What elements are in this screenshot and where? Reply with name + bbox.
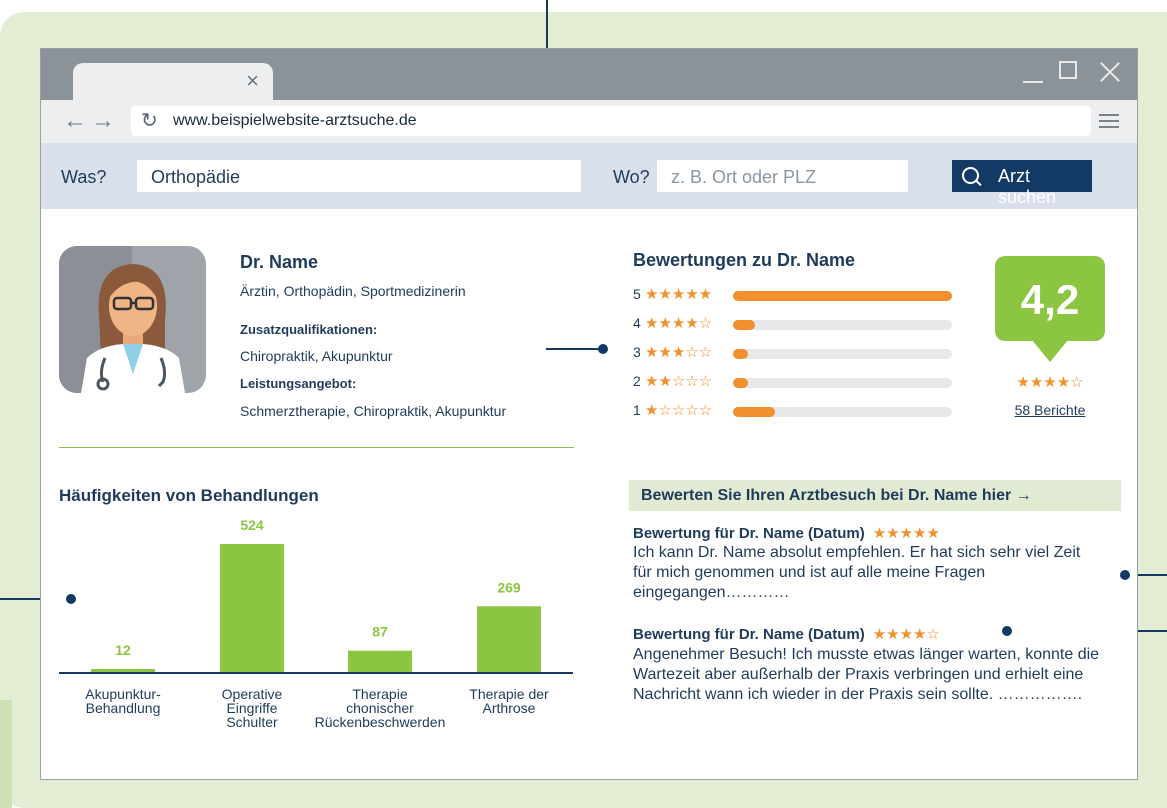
chart-category-label: Operative Eingriffe Schulter xyxy=(222,686,283,730)
reload-icon[interactable]: ↻ xyxy=(141,108,158,134)
review-heading-1: Bewertung für Dr. Name (Datum) ★★★★★ xyxy=(633,524,940,542)
chart-category-label: Therapie der Arthrose xyxy=(469,686,549,716)
treatment-bar-chart: 12 Akupunktur-Behandlung 524 Operative Eingr… xyxy=(59,517,573,730)
address-bar: ←→ ↻ www.beispielwebsite-arztsuche.de xyxy=(41,100,1137,143)
review-heading-text-2: Bewertung für Dr. Name (Datum) xyxy=(633,626,865,643)
rating-row-bar-track xyxy=(733,320,952,330)
title-bar: × xyxy=(41,49,1137,100)
score-badge: 4,2 xyxy=(995,256,1105,362)
menu-icon[interactable] xyxy=(1099,114,1119,128)
chart-value-label: 269 xyxy=(497,579,521,595)
browser-window: × ←→ ↻ www.beispielwebsite-arztsuche.de … xyxy=(40,48,1138,780)
minimize-icon[interactable] xyxy=(1019,57,1049,87)
rating-row-bar-fill xyxy=(733,349,749,359)
chart-bar xyxy=(91,669,155,672)
search-bar: Was? Orthopädie Wo? z. B. Ort oder PLZ A… xyxy=(41,143,1137,209)
url-text[interactable]: www.beispielwebsite-arztsuche.de xyxy=(173,112,417,130)
reports-link[interactable]: 58 Berichte xyxy=(1004,402,1096,418)
rating-row-stars: ★★★☆☆ xyxy=(645,344,713,361)
callout-dot-review-2 xyxy=(1002,626,1012,636)
rating-row-4: 4 ★★★★☆ xyxy=(633,315,963,333)
chart-bar xyxy=(348,650,412,672)
review-text-1: Ich kann Dr. Name absolut empfehlen. Er … xyxy=(633,544,1081,601)
rating-row-bar-track xyxy=(733,291,952,301)
close-tab-icon[interactable]: × xyxy=(246,68,259,94)
score-stars: ★★★★☆ xyxy=(1016,374,1084,391)
maximize-icon[interactable] xyxy=(1055,57,1085,87)
rating-row-bar-track xyxy=(733,407,952,417)
review-heading-text-1: Bewertung für Dr. Name (Datum) xyxy=(633,525,865,542)
rating-row-stars: ★★☆☆☆ xyxy=(645,373,713,390)
section-divider xyxy=(59,447,574,448)
rating-row-bar-fill xyxy=(733,291,952,301)
qualifications-heading: Zusatzqualifikationen: xyxy=(240,322,378,337)
rating-row-number: 5 xyxy=(633,286,641,302)
search-button[interactable]: Arzt suchen xyxy=(952,160,1092,207)
rating-row-1: 1 ★☆☆☆☆ xyxy=(633,402,963,420)
chart-value-label: 524 xyxy=(240,517,264,533)
ratings-title: Bewertungen zu Dr. Name xyxy=(633,250,856,270)
chart-title: Häufigkeiten von Behandlungen xyxy=(59,486,319,505)
chart-bar xyxy=(220,544,284,672)
close-window-icon[interactable] xyxy=(1095,57,1125,87)
chart-bar xyxy=(477,606,541,672)
url-field[interactable]: ↻ www.beispielwebsite-arztsuche.de xyxy=(131,106,1091,136)
search-icon xyxy=(962,167,979,184)
rating-row-2: 2 ★★☆☆☆ xyxy=(633,373,963,391)
review-stars-2: ★★★★☆ xyxy=(872,626,940,643)
rating-row-bar-fill xyxy=(733,378,749,388)
where-label: Wo? xyxy=(613,167,650,187)
callout-dot-chart xyxy=(66,594,76,604)
rating-row-number: 1 xyxy=(633,402,641,418)
review-text-2: Angenehmer Besuch! Ich musste etwas läng… xyxy=(633,646,1100,703)
where-input[interactable]: z. B. Ort oder PLZ xyxy=(657,160,908,192)
chart-category-label: Akupunktur-Behandlung xyxy=(85,686,161,716)
background-notch xyxy=(0,700,12,808)
review-stars-1: ★★★★★ xyxy=(872,525,940,542)
what-input[interactable]: Orthopädie xyxy=(137,160,581,192)
what-label: Was? xyxy=(61,167,107,187)
back-forward-icons[interactable]: ←→ xyxy=(63,108,119,134)
rate-visit-link[interactable]: Bewerten Sie Ihren Arztbesuch bei Dr. Na… xyxy=(629,480,1121,511)
chart-value-label: 87 xyxy=(372,624,388,640)
doctor-avatar xyxy=(59,246,206,393)
rating-row-stars: ★★★★☆ xyxy=(645,315,713,332)
rating-row-5: 5 ★★★★★ xyxy=(633,286,963,304)
qualifications-text: Chiropraktik, Akupunktur xyxy=(240,348,393,364)
doctor-title: Ärztin, Orthopädin, Sportmedizinerin xyxy=(240,283,466,299)
rating-row-3: 3 ★★★☆☆ xyxy=(633,344,963,362)
rating-row-stars: ★★★★★ xyxy=(645,286,713,303)
search-button-label: Arzt suchen xyxy=(998,166,1057,207)
services-heading: Leistungsangebot: xyxy=(240,376,357,391)
doctor-name: Dr. Name xyxy=(240,252,319,272)
callout-dot-review-1 xyxy=(1120,570,1130,580)
chart-category-label: Therapie chonischer Rückenbeschwerden xyxy=(315,686,446,730)
rating-row-stars: ★☆☆☆☆ xyxy=(645,402,713,419)
chart-value-label: 12 xyxy=(115,642,131,658)
callout-line-ratings-h xyxy=(546,348,602,350)
score-value: 4,2 xyxy=(1020,276,1080,323)
rating-row-number: 4 xyxy=(633,315,641,331)
rating-row-bar-track xyxy=(733,378,952,388)
rating-row-bar-track xyxy=(733,349,952,359)
services-text: Schmerztherapie, Chiropraktik, Akupunktu… xyxy=(240,403,507,419)
rating-row-number: 3 xyxy=(633,344,641,360)
rating-row-number: 2 xyxy=(633,373,641,389)
rating-row-bar-fill xyxy=(733,320,755,330)
rating-row-bar-fill xyxy=(733,407,775,417)
browser-tab[interactable]: × xyxy=(73,63,273,100)
review-heading-2: Bewertung für Dr. Name (Datum) ★★★★☆ xyxy=(633,625,940,643)
